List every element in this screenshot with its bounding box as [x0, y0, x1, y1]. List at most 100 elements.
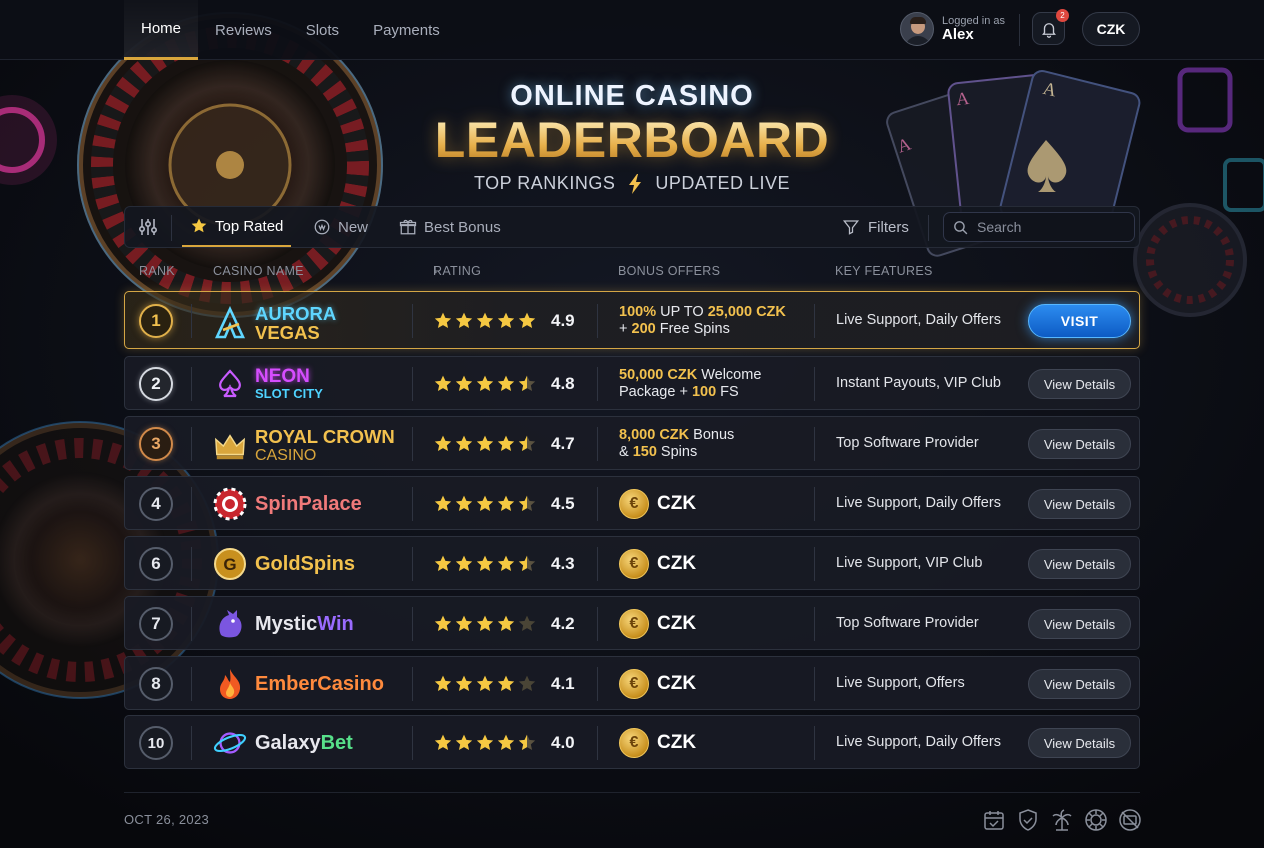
search-icon [954, 220, 968, 234]
rating: 4.1 [433, 674, 581, 694]
bonus-offer: 100% UP TO 25,000 CZK + 200 Free Spins [619, 304, 786, 338]
star-icon [191, 218, 207, 233]
filter-divider [171, 215, 172, 241]
table-row[interactable]: 7 MysticWin 4.2 € CZK Top Software Provider Vi… [124, 596, 1140, 650]
star-full-icon [497, 675, 515, 691]
casino-name[interactable]: NEON SLOT CITY [213, 367, 323, 401]
cell-divider [412, 367, 413, 401]
calendar-check-icon [984, 811, 1004, 830]
casino-name[interactable]: ROYAL CROWN CASINO [213, 427, 395, 465]
navbar-divider [1019, 14, 1020, 46]
view-details-button[interactable]: View Details [1028, 728, 1131, 758]
bonus-line: Package + 100 FS [619, 384, 761, 401]
column-header-bonus: BONUS OFFERS [618, 264, 721, 278]
casino-name[interactable]: G GoldSpins [213, 547, 355, 581]
view-details-button[interactable]: View Details [1028, 429, 1131, 459]
cell-divider [597, 726, 598, 760]
cell-divider [412, 607, 413, 641]
bonus-currency: € CZK [619, 489, 696, 519]
tab-label: Top Rated [215, 217, 284, 235]
nav-item-payments[interactable]: Payments [356, 0, 457, 60]
star-rating [433, 434, 537, 454]
casino-logo [213, 429, 247, 463]
star-full-icon [476, 615, 494, 631]
euro-coin-icon: € [619, 728, 649, 758]
key-features: Instant Payouts, VIP Club [836, 375, 1001, 391]
cell-divider [191, 304, 192, 338]
star-full-icon [497, 435, 515, 451]
planet-icon [213, 732, 247, 754]
rating-value: 4.8 [551, 374, 575, 393]
bonus-highlight: 200 [631, 321, 656, 337]
view-details-button[interactable]: View Details [1028, 669, 1131, 699]
shield-check-icon [1019, 809, 1037, 831]
rating-value: 4.9 [551, 311, 575, 330]
cell-divider [814, 487, 815, 521]
notifications-button[interactable]: 2 [1032, 9, 1069, 45]
bonus-currency: € CZK [619, 728, 696, 758]
bonus-currency-label: CZK [657, 673, 697, 694]
rank-badge: 1 [139, 304, 173, 338]
star-full-icon [518, 312, 536, 328]
search-box[interactable] [943, 212, 1135, 242]
table-row[interactable]: 8 EmberCasino 4.1 € CZK Live Support, Offers V… [124, 656, 1140, 710]
tab-new[interactable]: New [313, 207, 368, 247]
bonus-text: UP TO [656, 304, 708, 320]
cell-divider [597, 607, 598, 641]
avatar[interactable] [900, 12, 934, 46]
casino-name[interactable]: SpinPalace [213, 487, 362, 521]
tab-best-bonus[interactable]: Best Bonus [399, 207, 501, 247]
table-row[interactable]: 3 ROYAL CROWN CASINO 4.7 8,000 CZK Bonus & 15… [124, 416, 1140, 470]
view-details-button[interactable]: View Details [1028, 489, 1131, 519]
casino-name[interactable]: AURORA VEGAS [213, 304, 336, 342]
cell-divider [597, 367, 598, 401]
star-full-icon [497, 555, 515, 571]
casino-name-line2: VEGAS [255, 322, 320, 343]
tab-top-rated[interactable]: Top Rated [182, 207, 292, 247]
star-full-icon [434, 495, 452, 511]
nav-item-slots[interactable]: Slots [289, 0, 356, 60]
cell-divider [814, 547, 815, 581]
currency-selector[interactable]: CZK [1082, 12, 1140, 46]
tab-label: New [338, 218, 369, 236]
table-row[interactable]: 1 AURORA VEGAS 4.9 100% UP TO 25,000 CZK + 20… [124, 291, 1140, 349]
cell-divider [412, 304, 413, 338]
visit-button[interactable]: VISIT [1028, 304, 1131, 338]
rating-value: 4.2 [551, 614, 575, 633]
star-full-icon [434, 615, 452, 631]
bonus-currency-label: CZK [657, 553, 697, 574]
casino-name[interactable]: MysticWin [213, 607, 354, 641]
nav-item-home[interactable]: Home [124, 0, 199, 60]
sliders-icon[interactable] [137, 217, 159, 237]
star-full-icon [434, 734, 452, 750]
casino-name[interactable]: EmberCasino [213, 667, 384, 701]
nav-item-reviews[interactable]: Reviews [198, 0, 289, 60]
bonus-line: 100% UP TO 25,000 CZK [619, 304, 786, 321]
user-info[interactable]: Logged in as Alex [900, 12, 1005, 46]
casino-name-text: SpinPalace [255, 493, 362, 515]
view-details-button[interactable]: View Details [1028, 549, 1131, 579]
rating: 4.8 [433, 374, 581, 394]
star-rating [433, 494, 537, 514]
filters-button[interactable]: Filters [842, 207, 909, 247]
cell-divider [814, 667, 815, 701]
hero-tagline-right: UPDATED LIVE [655, 173, 791, 193]
search-input[interactable] [977, 219, 1127, 235]
rating-value: 4.3 [551, 554, 575, 573]
filters-label: Filters [868, 218, 909, 236]
key-features: Top Software Provider [836, 615, 979, 631]
table-row[interactable]: 6 G GoldSpins 4.3 € CZK Live Support, VIP Club… [124, 536, 1140, 590]
casino-name[interactable]: GalaxyBet [213, 726, 353, 760]
casino-logo [213, 306, 247, 340]
casino-name-part1: Galaxy [255, 732, 321, 754]
gift-icon [399, 219, 417, 235]
table-row[interactable]: 10 GalaxyBet 4.0 € CZK Live Support, Daily Of… [124, 715, 1140, 769]
table-row[interactable]: 4 SpinPalace 4.5 € CZK Live Support, Daily Of… [124, 476, 1140, 530]
casino-name-part2: Bet [320, 732, 353, 754]
bonus-text: Welcome [697, 367, 762, 383]
user-name: Alex [942, 25, 974, 43]
table-row[interactable]: 2 NEON SLOT CITY 4.8 50,000 CZK Welcome Packa… [124, 356, 1140, 410]
column-header-rating-label: RATING [433, 264, 482, 278]
view-details-button[interactable]: View Details [1028, 609, 1131, 639]
view-details-button[interactable]: View Details [1028, 369, 1131, 399]
